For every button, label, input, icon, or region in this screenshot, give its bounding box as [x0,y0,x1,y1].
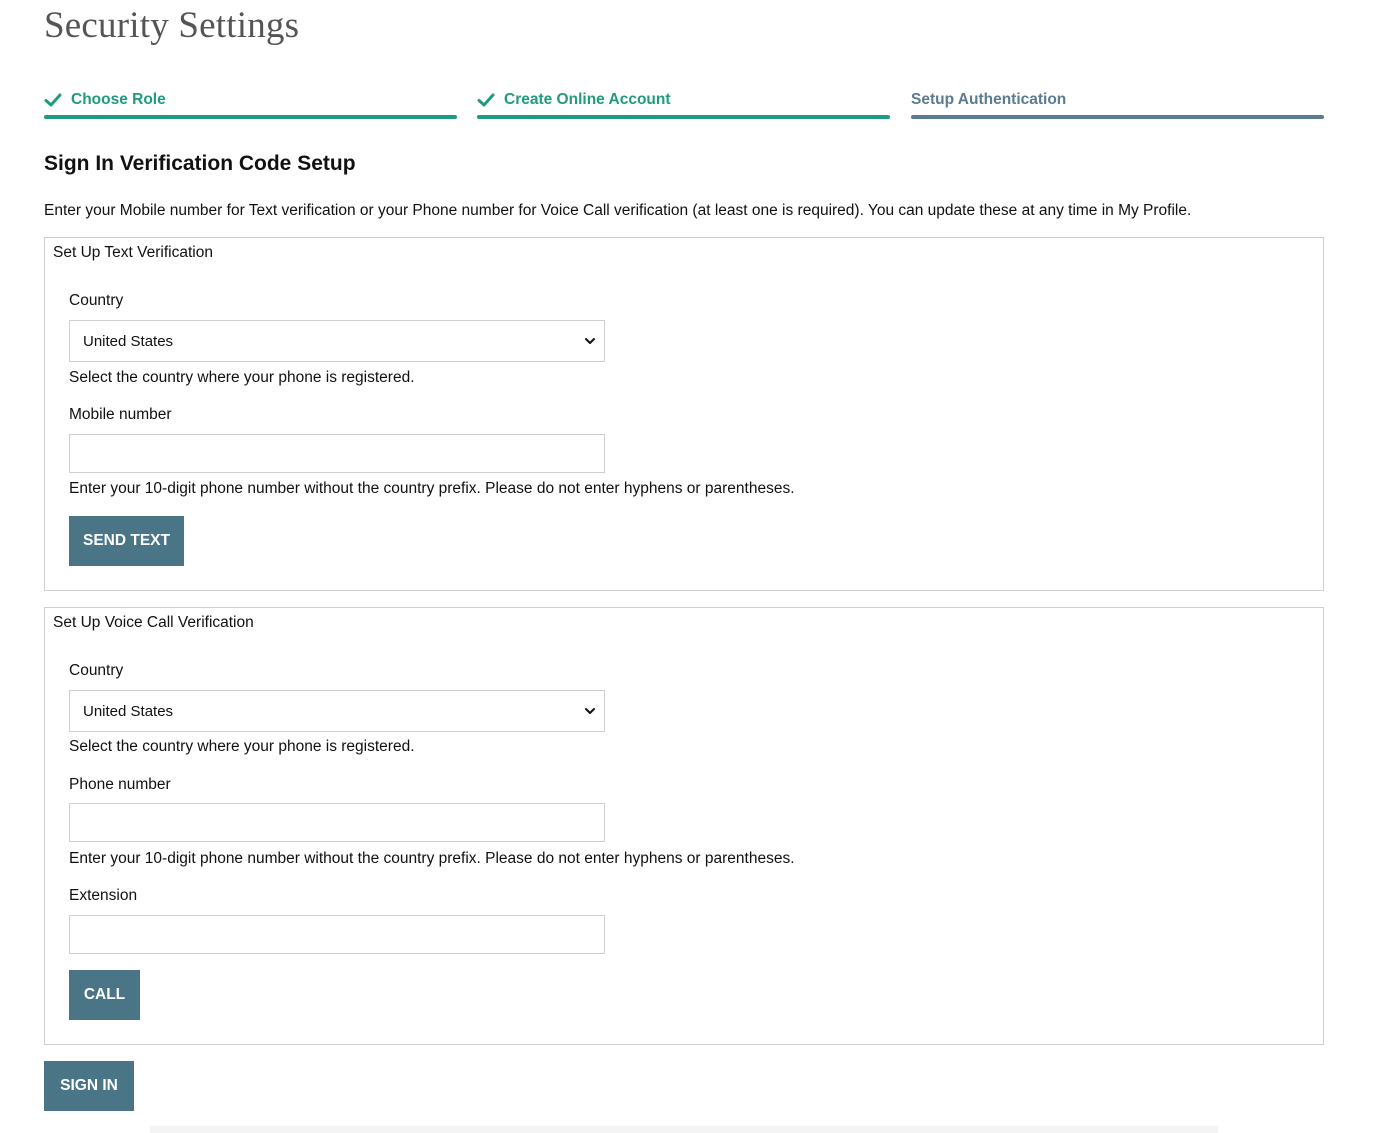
mobile-number-label: Mobile number [69,406,172,423]
intro-text: Enter your Mobile number for Text verifi… [44,202,1192,219]
footer-divider [150,1126,1218,1133]
page-title: Security Settings [44,5,300,46]
call-button[interactable]: CALL [69,970,140,1020]
check-icon [44,91,62,109]
step-label: Setup Authentication [911,91,1067,108]
step-choose-role: Choose Role [44,88,457,120]
sign-in-button[interactable]: SIGN IN [44,1061,134,1111]
phone-number-input[interactable] [69,803,605,842]
voice-country-select[interactable]: United States [69,690,605,732]
country-label: Country [69,292,124,309]
mobile-number-input[interactable] [69,434,605,473]
extension-label: Extension [69,887,138,904]
step-label: Choose Role [71,91,166,108]
progress-steps: Choose Role Create Online Account Setup … [44,88,1324,122]
panel-legend: Set Up Voice Call Verification [53,614,254,631]
voice-verification-panel: Set Up Voice Call Verification Country U… [44,607,1324,1045]
mobile-number-help-text: Enter your 10-digit phone number without… [69,480,795,497]
step-progress-bar [44,115,457,119]
step-progress-bar [911,115,1324,119]
phone-number-label: Phone number [69,776,171,793]
send-text-button[interactable]: SEND TEXT [69,516,184,566]
step-label: Create Online Account [504,91,671,108]
select-value: United States [83,332,174,350]
panel-legend: Set Up Text Verification [53,244,213,261]
step-progress-bar [477,115,890,119]
check-icon [477,91,495,109]
extension-input[interactable] [69,915,605,954]
text-verification-panel: Set Up Text Verification Country United … [44,237,1324,591]
select-value: United States [83,702,174,720]
section-heading: Sign In Verification Code Setup [44,152,356,175]
country-help-text: Select the country where your phone is r… [69,738,415,755]
text-country-select[interactable]: United States [69,320,605,362]
country-help-text: Select the country where your phone is r… [69,369,415,386]
country-label: Country [69,662,124,679]
chevron-down-icon [584,335,596,347]
step-create-online-account: Create Online Account [477,88,890,120]
step-setup-authentication: Setup Authentication [911,88,1324,120]
phone-number-help-text: Enter your 10-digit phone number without… [69,850,795,867]
chevron-down-icon [584,705,596,717]
